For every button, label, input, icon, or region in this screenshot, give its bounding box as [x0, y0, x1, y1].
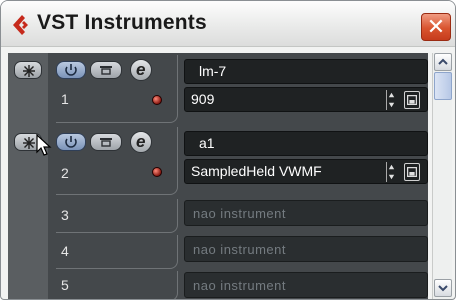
snowflake-icon: [23, 137, 35, 149]
empty-instrument-label: nao instrument: [193, 242, 286, 257]
empty-instrument-field[interactable]: nao instrument: [184, 200, 428, 226]
slot-right: nao instrument: [184, 197, 428, 233]
slot-number: 3: [61, 207, 69, 223]
preset-name: 909: [191, 91, 215, 107]
instrument-slot: 4 nao instrument: [8, 233, 428, 269]
slot-controls-frame: [56, 199, 178, 233]
snowflake-icon: [23, 65, 35, 77]
scroll-up-button[interactable]: [434, 53, 452, 71]
edit-button[interactable]: e: [130, 131, 152, 153]
instrument-name: a1: [199, 135, 215, 151]
slot-strip: [8, 53, 48, 125]
cubase-logo-icon: [13, 15, 28, 35]
empty-instrument-field[interactable]: nao instrument: [184, 236, 428, 262]
power-icon: [65, 64, 77, 76]
edit-icon: e: [136, 60, 146, 79]
output-button[interactable]: [90, 133, 122, 151]
empty-instrument-label: nao instrument: [193, 206, 286, 221]
instrument-rack: e 1 lm-7 909 e 2 a1 SampledHeld VWMF 3 n…: [8, 53, 428, 299]
slot-controls-frame: [56, 235, 178, 269]
scroll-down-button[interactable]: [434, 279, 452, 297]
save-icon[interactable]: [404, 91, 420, 109]
slot-number: 1: [61, 91, 69, 107]
empty-instrument-field[interactable]: nao instrument: [184, 272, 428, 298]
power-button[interactable]: [56, 133, 86, 151]
output-icon: [100, 66, 112, 75]
output-icon: [100, 138, 112, 147]
slot-right: nao instrument: [184, 233, 428, 269]
slot-strip: [8, 233, 48, 269]
slot-strip: [8, 197, 48, 233]
slot-right: lm-7 909: [184, 53, 428, 125]
chevron-down-icon: [438, 285, 448, 292]
vst-instruments-window: VST Instruments ✕ e 1 lm-7 909 e 2 a1 Sa…: [0, 0, 456, 300]
slot-controls: e 1: [48, 53, 178, 125]
slot-controls-frame: [56, 271, 178, 299]
slot-right: nao instrument: [184, 269, 428, 299]
output-button[interactable]: [90, 61, 122, 79]
slot-controls: 5: [48, 269, 178, 299]
close-button[interactable]: ✕: [421, 13, 451, 41]
window-title: VST Instruments: [37, 11, 207, 34]
up-down-arrows-icon[interactable]: [386, 162, 396, 182]
close-icon: ✕: [426, 14, 446, 39]
slot-controls: 4: [48, 233, 178, 269]
scroll-thumb[interactable]: [434, 72, 452, 100]
power-icon: [65, 136, 77, 148]
instrument-slot: e 2 a1 SampledHeld VWMF: [8, 125, 428, 197]
edit-button[interactable]: e: [130, 59, 152, 81]
vertical-scrollbar[interactable]: [432, 53, 452, 299]
power-button[interactable]: [56, 61, 86, 79]
instrument-name-field[interactable]: lm-7: [184, 59, 428, 84]
slot-number: 5: [61, 277, 69, 293]
activity-led: [152, 167, 162, 177]
instrument-name: lm-7: [199, 63, 227, 79]
slot-number: 4: [61, 243, 69, 259]
slot-right: a1 SampledHeld VWMF: [184, 125, 428, 197]
instrument-slot: e 1 lm-7 909: [8, 53, 428, 125]
activity-led: [152, 95, 162, 105]
title-bar[interactable]: VST Instruments ✕: [1, 1, 455, 47]
edit-icon: e: [136, 132, 146, 151]
up-down-arrows-icon[interactable]: [386, 90, 396, 110]
slot-controls: 3: [48, 197, 178, 233]
instrument-name-field[interactable]: a1: [184, 131, 428, 156]
slot-strip: [8, 269, 48, 299]
freeze-button[interactable]: [14, 61, 42, 79]
preset-name: SampledHeld VWMF: [191, 163, 322, 179]
chevron-up-icon: [438, 58, 448, 65]
mouse-cursor-icon: [36, 134, 52, 156]
instrument-slot: 5 nao instrument: [8, 269, 428, 299]
empty-instrument-label: nao instrument: [193, 278, 286, 293]
slot-number: 2: [61, 165, 69, 181]
save-icon[interactable]: [404, 163, 420, 181]
instrument-slot: 3 nao instrument: [8, 197, 428, 233]
slot-controls: e 2: [48, 125, 178, 197]
